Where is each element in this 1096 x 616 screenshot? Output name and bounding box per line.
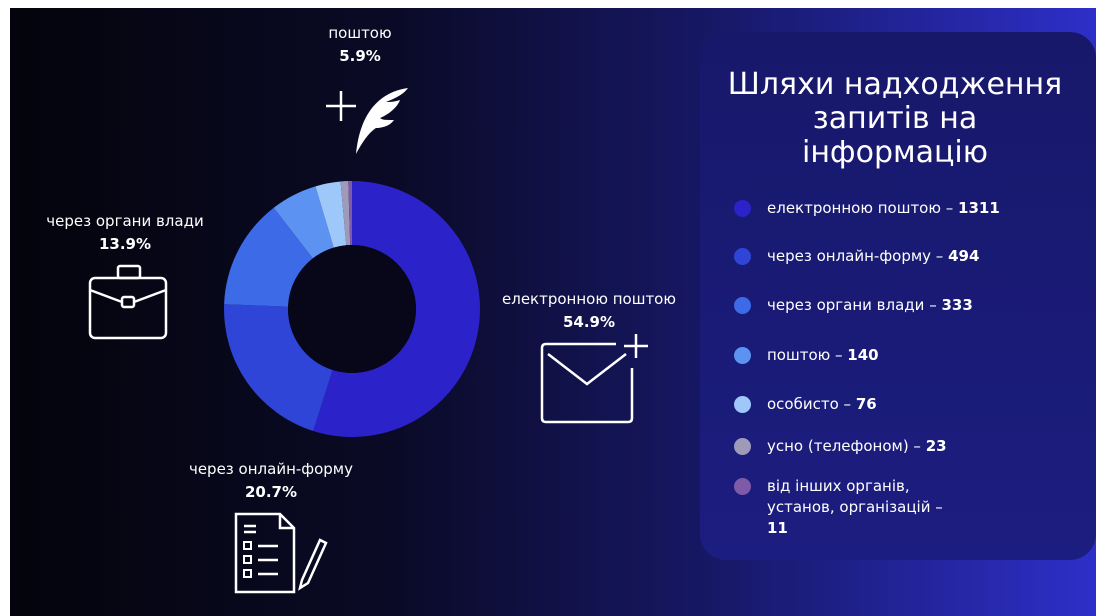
briefcase-icon [88,264,168,340]
callout-email-name: електронною поштою [502,290,676,308]
slide: поштою 5.9% через органи влади 13.9% еле… [10,8,1096,616]
donut-chart [224,181,480,437]
form-pencil-icon [234,512,328,594]
legend-item-email: електронною поштою – 1311 [734,198,1034,219]
donut-hole [288,245,416,373]
envelope-plus-icon [540,334,648,424]
quill-plus-icon [326,88,408,154]
legend-dot [734,396,751,413]
legend-dot [734,347,751,364]
callout-post-name: поштою [328,24,392,42]
legend-dot [734,248,751,265]
legend-text: через органи влади – 333 [767,296,973,314]
callout-online-form: через онлайн-форму 20.7% [176,460,366,501]
legend-item-phone: усно (телефоном) – 23 [734,436,1034,457]
legend-item-authorities: через органи влади – 333 [734,295,1034,316]
legend-text: електронною поштою – 1311 [767,199,1000,217]
callout-authorities-name: через органи влади [46,212,204,230]
legend-dot [734,438,751,455]
callout-post: поштою 5.9% [300,24,420,65]
callout-authorities: через органи влади 13.9% [30,212,220,253]
legend-item-post: поштою – 140 [734,345,1034,366]
panel-title: Шляхи надходження запитів на інформацію [727,67,1063,170]
legend-dot [734,297,751,314]
callout-online-form-name: через онлайн-форму [188,460,354,478]
callout-authorities-pct: 13.9% [98,235,152,253]
legend-item-online-form: через онлайн-форму – 494 [734,246,1034,267]
legend-text: від інших органів, установ, організацій … [767,477,943,537]
legend-dot [734,478,751,495]
legend-item-other-bodies: від інших органів, установ, організацій … [734,476,1034,539]
legend-text: поштою – 140 [767,346,879,364]
legend-text: через онлайн-форму – 494 [767,247,980,265]
callout-post-pct: 5.9% [339,47,381,65]
legend-text: особисто – 76 [767,395,877,413]
legend-panel: Шляхи надходження запитів на інформацію … [700,32,1096,560]
legend-text: усно (телефоном) – 23 [767,437,947,455]
legend-dot [734,200,751,217]
callout-online-form-pct: 20.7% [244,483,298,501]
legend-item-in-person: особисто – 76 [734,394,1034,415]
